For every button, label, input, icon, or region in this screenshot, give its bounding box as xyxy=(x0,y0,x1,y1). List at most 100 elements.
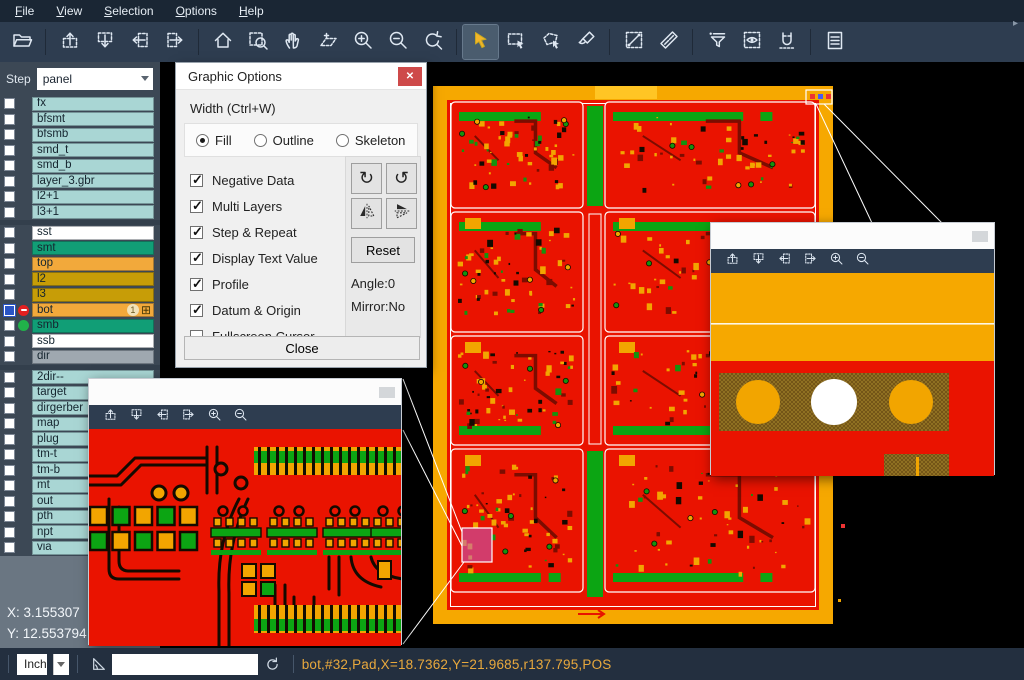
layer-row-layer_3.gbr[interactable]: layer_3.gbr xyxy=(0,174,160,190)
layer-visibility-checkbox[interactable] xyxy=(4,160,15,171)
tool-import-down[interactable] xyxy=(87,25,122,59)
layer-visibility-checkbox[interactable] xyxy=(4,305,15,316)
tool-open-folder[interactable] xyxy=(4,25,39,59)
layer-name[interactable]: l2 xyxy=(32,272,154,286)
layer-visibility-checkbox[interactable] xyxy=(4,351,15,362)
menu-selection[interactable]: Selection xyxy=(93,0,164,22)
step-select[interactable]: panel xyxy=(37,68,153,90)
layer-row-smt[interactable]: smt xyxy=(0,241,160,257)
layer-row-l2[interactable]: l2 xyxy=(0,272,160,288)
checkbox-icon[interactable] xyxy=(190,252,203,265)
popup-title-bar[interactable] xyxy=(89,379,401,405)
reset-button[interactable]: Reset xyxy=(351,237,415,263)
layer-visibility-checkbox[interactable] xyxy=(4,496,15,507)
tool-select-cursor[interactable] xyxy=(463,25,498,59)
chevron-down-icon[interactable] xyxy=(53,654,69,675)
layer-row-dir[interactable]: dir xyxy=(0,349,160,365)
layer-name[interactable]: l3 xyxy=(32,288,154,302)
radio-button-icon[interactable] xyxy=(336,134,349,147)
layer-row-l3[interactable]: l3 xyxy=(0,287,160,303)
dialog-title-bar[interactable]: Graphic Options ✕ xyxy=(176,63,426,90)
radio-skeleton[interactable]: Skeleton xyxy=(336,133,406,148)
corner-angle-icon[interactable] xyxy=(90,655,108,673)
layer-visibility-checkbox[interactable] xyxy=(4,336,15,347)
tool-select-rect[interactable] xyxy=(498,25,533,59)
menu-help[interactable]: Help xyxy=(228,0,275,22)
checkbox-icon[interactable] xyxy=(190,304,203,317)
tool-import-right[interactable] xyxy=(157,25,192,59)
layer-visibility-checkbox[interactable] xyxy=(4,449,15,460)
layer-name[interactable]: dir xyxy=(32,350,154,364)
layer-name[interactable]: sst xyxy=(32,226,154,240)
close-icon[interactable]: ✕ xyxy=(398,67,422,86)
layer-row-l2+1[interactable]: l2+1 xyxy=(0,189,160,205)
layer-name[interactable]: bot1⊞ xyxy=(32,303,154,317)
menu-options[interactable]: Options xyxy=(165,0,228,22)
layer-row-top[interactable]: top xyxy=(0,256,160,272)
tool-zoom-window[interactable] xyxy=(240,25,275,59)
layer-visibility-checkbox[interactable] xyxy=(4,98,15,109)
tool-home[interactable] xyxy=(205,25,240,59)
layer-row-bfsmt[interactable]: bfsmt xyxy=(0,112,160,128)
tool-layer-form[interactable] xyxy=(817,25,852,59)
layer-row-smd_b[interactable]: smd_b xyxy=(0,158,160,174)
layer-visibility-checkbox[interactable] xyxy=(4,372,15,383)
tool-brush[interactable] xyxy=(568,25,603,59)
layer-name[interactable]: layer_3.gbr xyxy=(32,174,154,188)
checkbox-icon[interactable] xyxy=(190,200,203,213)
layer-visibility-checkbox[interactable] xyxy=(4,527,15,538)
layer-row-l3+1[interactable]: l3+1 xyxy=(0,205,160,221)
layer-visibility-checkbox[interactable] xyxy=(4,320,15,331)
layer-name[interactable]: fx xyxy=(32,97,154,111)
unit-select[interactable]: Inch xyxy=(17,654,47,675)
close-button[interactable]: Close xyxy=(184,336,420,360)
radio-outline[interactable]: Outline xyxy=(254,133,314,148)
layer-visibility-checkbox[interactable] xyxy=(4,274,15,285)
layer-name[interactable]: smb xyxy=(32,319,154,333)
checkbox-icon[interactable] xyxy=(190,278,203,291)
radio-button-icon[interactable] xyxy=(254,134,267,147)
layer-name[interactable]: top xyxy=(32,257,154,271)
popup-tool-import-up[interactable] xyxy=(97,406,123,428)
checkbox-icon[interactable] xyxy=(190,226,203,239)
magnified-pcb-view[interactable] xyxy=(711,273,994,476)
tool-zoom-previous[interactable] xyxy=(415,25,450,59)
layer-name[interactable]: bfsmt xyxy=(32,112,154,126)
toolbar-overflow-icon[interactable]: ▸ xyxy=(1013,18,1018,29)
popup-tool-import-right[interactable] xyxy=(797,250,823,272)
tool-pan-hand[interactable] xyxy=(275,25,310,59)
layer-row-ssb[interactable]: ssb xyxy=(0,334,160,350)
layer-visibility-checkbox[interactable] xyxy=(4,289,15,300)
tool-select-polygon[interactable] xyxy=(533,25,568,59)
layer-visibility-checkbox[interactable] xyxy=(4,114,15,125)
popup-tool-import-down[interactable] xyxy=(123,406,149,428)
popup-tool-import-left[interactable] xyxy=(149,406,175,428)
popup-tool-zoom-in[interactable] xyxy=(201,406,227,428)
layer-visibility-checkbox[interactable] xyxy=(4,542,15,553)
popup-title-bar[interactable] xyxy=(711,223,994,249)
layer-visibility-checkbox[interactable] xyxy=(4,129,15,140)
command-input[interactable] xyxy=(112,654,258,675)
tool-ruler[interactable] xyxy=(651,25,686,59)
menu-view[interactable]: View xyxy=(45,0,93,22)
layer-name[interactable]: l3+1 xyxy=(32,205,154,219)
layer-row-fx[interactable]: fx xyxy=(0,96,160,112)
tool-filter[interactable] xyxy=(699,25,734,59)
tool-magnet[interactable] xyxy=(769,25,804,59)
layer-visibility-checkbox[interactable] xyxy=(4,176,15,187)
layer-visibility-checkbox[interactable] xyxy=(4,145,15,156)
radio-button-icon[interactable] xyxy=(196,134,209,147)
popup-window-button[interactable] xyxy=(972,231,988,242)
layer-row-bfsmb[interactable]: bfsmb xyxy=(0,127,160,143)
layer-name[interactable]: bfsmb xyxy=(32,128,154,142)
layer-row-sst[interactable]: sst xyxy=(0,225,160,241)
layer-visibility-checkbox[interactable] xyxy=(4,434,15,445)
popup-tool-zoom-out[interactable] xyxy=(849,250,875,272)
layer-visibility-checkbox[interactable] xyxy=(4,387,15,398)
mirror-vertical-button[interactable] xyxy=(351,198,382,229)
menu-file[interactable]: File xyxy=(4,0,45,22)
popup-tool-import-down[interactable] xyxy=(745,250,771,272)
layer-visibility-checkbox[interactable] xyxy=(4,403,15,414)
popup-tool-import-right[interactable] xyxy=(175,406,201,428)
tool-measure-distance[interactable] xyxy=(616,25,651,59)
